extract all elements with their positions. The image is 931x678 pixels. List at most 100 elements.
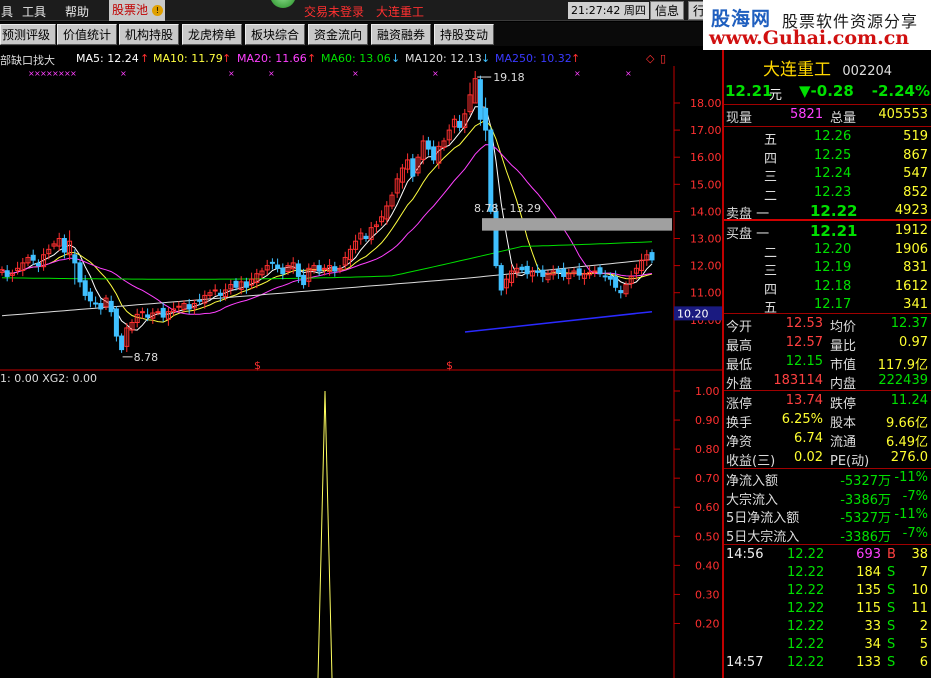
current-stock-name: 大连重工: [376, 5, 425, 19]
tick-price: 12.22: [787, 637, 825, 652]
signal-mark: ×: [228, 69, 235, 78]
tick-row: 12.22 135 S 10: [724, 583, 931, 601]
chart-grid: [0, 66, 722, 678]
bids-price: 12.18: [814, 278, 852, 294]
candle-down: [119, 335, 125, 351]
toolbar-dragon-tiger[interactable]: 龙虎榜单: [182, 24, 242, 45]
toolbar-margin[interactable]: 融资融券: [371, 24, 431, 45]
menu-item-truncated[interactable]: 具: [1, 3, 13, 20]
tick-volume: 115: [856, 601, 881, 616]
stats2-value-2: 6.49亿: [886, 435, 928, 450]
candle-down: [197, 299, 203, 302]
bids-volume: 831: [903, 260, 928, 275]
stats2-value-1: 6.25%: [781, 412, 823, 427]
stats-value-1: 12.57: [785, 335, 823, 350]
menu-item-help[interactable]: 帮助: [65, 3, 89, 20]
ma20-arrow-icon: ↑: [307, 52, 317, 65]
asks-price: 12.24: [814, 166, 852, 181]
toolbar-value-stats[interactable]: 价值统计: [57, 24, 117, 45]
candle-down: [498, 265, 504, 291]
tick-volume: 135: [856, 583, 881, 598]
bids-price: 12.21: [810, 222, 858, 240]
sub-tick-label: 0.20: [695, 617, 720, 630]
candlesticks: [0, 71, 655, 353]
window-icon[interactable]: ▯: [660, 52, 666, 65]
stats2-value-1: 13.74: [785, 393, 823, 408]
status-orb-icon[interactable]: [270, 0, 296, 8]
tick-side: S: [887, 565, 896, 580]
tick-volume: 184: [856, 565, 881, 580]
ma10-arrow-icon: ↑: [222, 52, 232, 65]
toolbar-sector[interactable]: 板块综合: [245, 24, 305, 45]
sub-tick-label: 0.30: [695, 588, 720, 601]
stats-label-1: 今开: [726, 320, 753, 335]
stats-label-1: 最低: [726, 358, 753, 373]
candle-down: [93, 302, 99, 305]
price-tick-label: 13.00: [690, 233, 722, 246]
info-button[interactable]: 信息: [650, 1, 685, 20]
ma5-arrow-icon: ↑: [140, 52, 150, 65]
toolbar-institution-holdings[interactable]: 机构持股: [119, 24, 179, 45]
candle-down: [332, 266, 338, 272]
sub-tick-label: 0.60: [695, 501, 720, 514]
asks-volume: 4923: [894, 203, 928, 218]
price-row: 12.21 元 ▼-0.28 -2.24%: [724, 82, 931, 103]
asks-row: 五 12.26 519: [724, 129, 931, 148]
fund-flow-label: 大宗流入: [726, 492, 779, 508]
candle-down: [4, 270, 10, 277]
ma20-label: MA20: 11.66: [237, 52, 307, 65]
candle-down: [519, 266, 525, 271]
candle-up: [321, 267, 327, 270]
toolbar-holding-change[interactable]: 持股变动: [434, 24, 494, 45]
price-tick-label: 16.00: [690, 151, 722, 164]
fund-flow-label: 5日净流入额: [726, 511, 800, 526]
candle-down: [186, 304, 192, 310]
candle-down: [243, 281, 249, 288]
candle-down: [488, 129, 494, 212]
signal-mark: ×: [432, 69, 439, 78]
candle-down: [316, 265, 322, 272]
toolbar-forecast-rating[interactable]: 预测评级: [0, 24, 56, 45]
tick-volume: 133: [856, 655, 881, 670]
asks-price: 12.23: [814, 184, 852, 200]
candle-down: [576, 268, 582, 276]
stats2-label-2: 流通: [830, 435, 857, 450]
toolbar-fund-flow[interactable]: 资金流向: [308, 24, 368, 45]
stock-pool-label: 股票池: [112, 3, 149, 17]
site-url: www.Guhai.com.cn: [709, 27, 910, 49]
stats2-row: 换手 6.25% 股本 9.66亿: [724, 412, 931, 431]
stock-pool-tab[interactable]: 股票池 !: [109, 0, 165, 21]
login-status[interactable]: 交易未登录: [304, 3, 364, 20]
fund-flow-label: 净流入额: [726, 474, 779, 489]
stats2-label-1: 涨停: [726, 397, 753, 412]
divider: [724, 104, 931, 105]
tick-side: S: [887, 655, 896, 670]
bids-level-label: 三: [764, 264, 778, 279]
stats-row: 最低 12.15 市值 117.9亿: [724, 354, 931, 373]
current-price-tag: 10.20: [677, 307, 709, 320]
tick-row: 12.22 115 S 11: [724, 601, 931, 619]
stats2-label-1: 净资: [726, 435, 753, 450]
ma120-label: MA120: 12.13: [405, 52, 482, 65]
fund-flow-value: -5327万: [840, 511, 891, 526]
fund-flow-row: 大宗流入 -3386万 -7%: [724, 489, 931, 508]
signal-mark: ×: [625, 69, 632, 78]
ma250-arrow-icon: ↑: [571, 52, 581, 65]
dollar-marker: $: [446, 359, 453, 372]
alert-badge-icon: !: [151, 5, 163, 16]
tick-count: 5: [919, 637, 928, 652]
tick-row: 12.22 34 S 5: [724, 637, 931, 655]
kline-chart[interactable]: 18.00 17.00 16.00 15.00 14.00 13.00 12.00 11.00…: [0, 66, 722, 678]
divider: [724, 390, 931, 391]
stock-code: 002204: [842, 64, 893, 79]
candle-down: [280, 267, 286, 275]
stats-label-2: 均价: [830, 320, 857, 335]
menu-item-tools[interactable]: 工具: [22, 3, 46, 20]
stats2-value-1: 0.02: [794, 450, 823, 465]
ma250-label: MA250: 10.32: [495, 52, 572, 65]
tick-price: 12.22: [787, 583, 825, 598]
asks-price: 12.22: [810, 202, 858, 220]
diamond-icon[interactable]: ◇: [646, 52, 654, 65]
signal-mark: ×: [574, 69, 581, 78]
tick-price: 12.22: [787, 619, 825, 634]
